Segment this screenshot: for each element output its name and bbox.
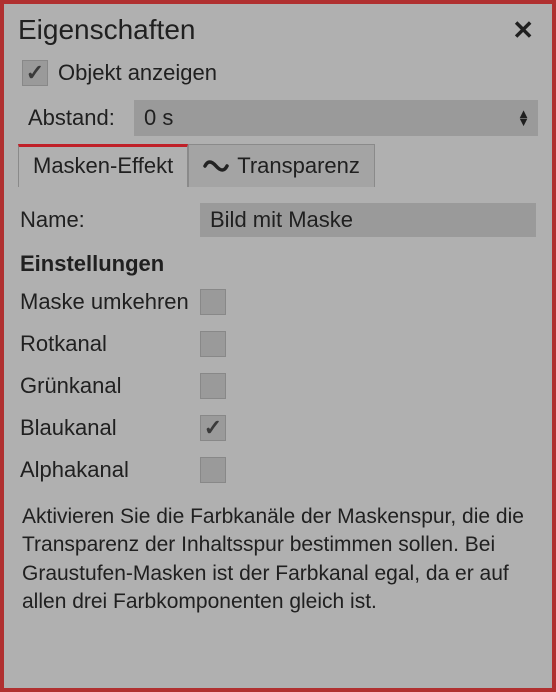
panel-title: Eigenschaften bbox=[18, 14, 195, 46]
spacing-row: Abstand: 0 s ▲▼ bbox=[18, 100, 538, 142]
setting-alpha-label: Alphakanal bbox=[20, 457, 200, 483]
setting-blue-checkbox[interactable] bbox=[200, 415, 226, 441]
setting-red-label: Rotkanal bbox=[20, 331, 200, 357]
setting-invert-checkbox[interactable] bbox=[200, 289, 226, 315]
spacing-spinner[interactable]: 0 s ▲▼ bbox=[134, 100, 538, 136]
show-object-row: Objekt anzeigen bbox=[18, 56, 538, 100]
spacing-value: 0 s bbox=[144, 105, 173, 131]
panel-header: Eigenschaften ✕ bbox=[18, 12, 538, 56]
tab-content: Name: Einstellungen Maske umkehren Rotka… bbox=[18, 187, 538, 616]
tab-bar: Masken-Effekt Transparenz bbox=[18, 144, 538, 187]
setting-red-checkbox[interactable] bbox=[200, 331, 226, 357]
properties-panel: Eigenschaften ✕ Objekt anzeigen Abstand:… bbox=[4, 4, 552, 688]
name-label: Name: bbox=[20, 207, 200, 233]
tab-transparency[interactable]: Transparenz bbox=[188, 144, 375, 187]
tab-mask-effect[interactable]: Masken-Effekt bbox=[18, 144, 188, 187]
updown-icon: ▲▼ bbox=[517, 110, 530, 126]
name-input[interactable] bbox=[200, 203, 536, 237]
setting-green-row: Grünkanal bbox=[20, 373, 536, 399]
settings-heading: Einstellungen bbox=[20, 251, 536, 277]
setting-green-checkbox[interactable] bbox=[200, 373, 226, 399]
setting-green-label: Grünkanal bbox=[20, 373, 200, 399]
name-row: Name: bbox=[20, 203, 536, 237]
tab-transparency-label: Transparenz bbox=[237, 153, 360, 179]
setting-red-row: Rotkanal bbox=[20, 331, 536, 357]
help-text: Aktivieren Sie die Farbkanäle der Masken… bbox=[20, 499, 536, 616]
close-icon[interactable]: ✕ bbox=[508, 15, 538, 46]
show-object-checkbox[interactable] bbox=[22, 60, 48, 86]
setting-alpha-checkbox[interactable] bbox=[200, 457, 226, 483]
tab-mask-label: Masken-Effekt bbox=[33, 153, 173, 179]
setting-blue-row: Blaukanal bbox=[20, 415, 536, 441]
transparency-icon bbox=[203, 155, 229, 177]
show-object-label: Objekt anzeigen bbox=[58, 60, 217, 86]
setting-blue-label: Blaukanal bbox=[20, 415, 200, 441]
spacing-label: Abstand: bbox=[28, 105, 124, 131]
setting-invert-row: Maske umkehren bbox=[20, 289, 536, 315]
setting-alpha-row: Alphakanal bbox=[20, 457, 536, 483]
setting-invert-label: Maske umkehren bbox=[20, 289, 200, 315]
